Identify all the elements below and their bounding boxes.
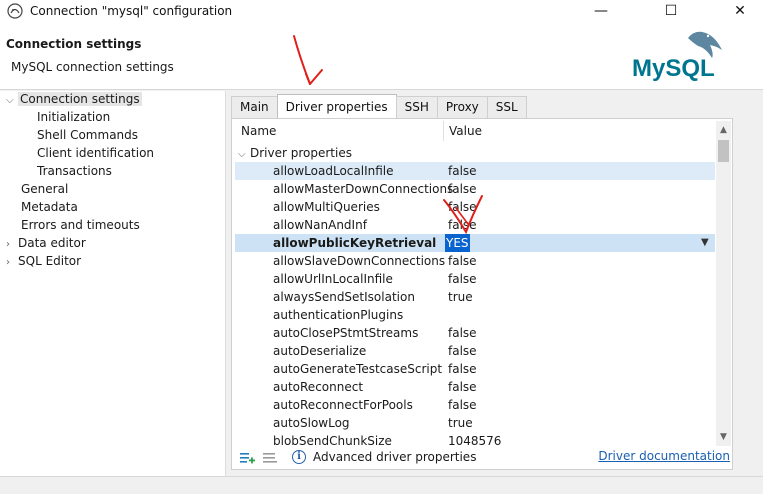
tree-item-general[interactable]: General (21, 181, 68, 198)
property-name: authenticationPlugins (273, 308, 404, 322)
mysql-logo: MySQL (632, 31, 722, 82)
group-row-driver-properties[interactable]: ⌵ Driver properties (238, 144, 352, 162)
status-bar (0, 476, 763, 494)
tab-ssh[interactable]: SSH (395, 96, 438, 118)
property-name: autoGenerateTestcaseScript (273, 362, 443, 376)
maximize-button[interactable]: ☐ (648, 0, 694, 22)
driver-documentation-link[interactable]: Driver documentation (598, 449, 730, 463)
vertical-scrollbar[interactable]: ▲ ▼ (716, 121, 731, 446)
tab-main[interactable]: Main (231, 96, 278, 118)
tree-item-errors-timeouts[interactable]: Errors and timeouts (21, 217, 140, 234)
remove-property-icon[interactable] (262, 450, 278, 466)
property-name: autoDeserialize (273, 344, 367, 358)
property-name: autoSlowLog (273, 416, 350, 430)
table-row[interactable]: allowSlaveDownConnections false (235, 252, 715, 270)
property-name: autoClosePStmtStreams (273, 326, 419, 340)
chevron-right-icon[interactable]: › (6, 254, 18, 271)
tab-strip: Main Driver properties SSH Proxy SSL (231, 94, 527, 118)
tab-ssl[interactable]: SSL (486, 96, 527, 118)
table-row[interactable]: autoClosePStmtStreams false (235, 324, 715, 342)
tree-item-transactions[interactable]: Transactions (37, 163, 112, 180)
table-row[interactable]: allowMultiQueries false (235, 198, 715, 216)
property-value[interactable]: false (448, 162, 477, 180)
driver-properties-panel: Name Value ⌵ Driver properties allowLoadL… (231, 118, 733, 470)
tab-driver-properties[interactable]: Driver properties (276, 94, 397, 118)
settings-tree: ⌵ Connection settings Initialization Shel… (0, 91, 226, 476)
scroll-up-icon[interactable]: ▲ (716, 123, 731, 138)
tree-item-metadata[interactable]: Metadata (21, 199, 78, 216)
mysql-logo-text: MySQL (632, 55, 715, 82)
tree-item-connection-settings[interactable]: ⌵ Connection settings (6, 91, 142, 108)
table-row[interactable]: authenticationPlugins (235, 306, 715, 324)
property-name: allowMultiQueries (273, 200, 380, 214)
tab-proxy[interactable]: Proxy (436, 96, 488, 118)
table-row[interactable]: autoSlowLog true (235, 414, 715, 432)
table-row[interactable]: autoDeserialize false (235, 342, 715, 360)
scrollbar-thumb[interactable] (718, 140, 729, 162)
table-row[interactable]: autoGenerateTestcaseScript false (235, 360, 715, 378)
property-value[interactable]: false (448, 360, 477, 378)
tree-item-shell-commands[interactable]: Shell Commands (37, 127, 138, 144)
property-name: autoReconnectForPools (273, 398, 413, 412)
property-value[interactable]: false (448, 324, 477, 342)
chevron-down-icon[interactable]: ⌵ (6, 92, 18, 109)
property-name: allowLoadLocalInfile (273, 164, 394, 178)
column-header-value[interactable]: Value (449, 119, 482, 143)
properties-toolbar: i Advanced driver properties Driver docu… (235, 447, 731, 469)
dbeaver-icon (7, 3, 23, 19)
property-value[interactable]: false (448, 180, 477, 198)
tree-item-data-editor[interactable]: › Data editor (6, 235, 86, 252)
table-row-selected[interactable]: allowPublicKeyRetrieval YES ▼ (235, 234, 715, 252)
info-icon: i (292, 450, 306, 464)
table-row[interactable]: autoReconnectForPools false (235, 396, 715, 414)
column-divider[interactable] (443, 121, 444, 141)
table-row[interactable]: allowNanAndInf false (235, 216, 715, 234)
property-name: allowMasterDownConnections (273, 182, 454, 196)
table-row[interactable]: allowMasterDownConnections false (235, 180, 715, 198)
property-value[interactable]: false (448, 396, 477, 414)
property-name: alwaysSendSetIsolation (273, 290, 415, 304)
chevron-right-icon[interactable]: › (6, 236, 18, 253)
title-bar: Connection "mysql" configuration — ☐ ✕ (0, 0, 763, 22)
property-value[interactable]: true (448, 288, 473, 306)
property-value[interactable]: false (448, 342, 477, 360)
property-name: allowPublicKeyRetrieval (273, 236, 437, 250)
header-title: Connection settings (6, 37, 142, 51)
window-title: Connection "mysql" configuration (30, 4, 233, 18)
close-button[interactable]: ✕ (717, 0, 763, 22)
chevron-down-icon[interactable]: ▼ (701, 234, 709, 252)
table-row[interactable]: allowLoadLocalInfile false (235, 162, 715, 180)
property-value[interactable]: false (448, 378, 477, 396)
tree-item-sql-editor[interactable]: › SQL Editor (6, 253, 81, 270)
property-value[interactable]: false (448, 198, 477, 216)
tree-item-initialization[interactable]: Initialization (37, 109, 110, 126)
column-header-name[interactable]: Name (241, 119, 276, 143)
scroll-down-icon[interactable]: ▼ (716, 430, 731, 445)
property-value[interactable]: false (448, 216, 477, 234)
property-value[interactable]: true (448, 414, 473, 432)
tree-item-client-identification[interactable]: Client identification (37, 145, 154, 162)
table-row[interactable]: allowUrlInLocalInfile false (235, 270, 715, 288)
table-row[interactable]: autoReconnect false (235, 378, 715, 396)
header-subtitle: MySQL connection settings (11, 60, 174, 74)
property-name: autoReconnect (273, 380, 364, 394)
property-name: allowUrlInLocalInfile (273, 272, 393, 286)
property-value[interactable]: false (448, 252, 477, 270)
dialog-header: Connection settings MySQL connection set… (0, 22, 763, 90)
property-name: allowNanAndInf (273, 218, 367, 232)
property-value-editor[interactable]: YES (445, 234, 470, 252)
add-property-icon[interactable] (239, 450, 255, 466)
table-row[interactable]: alwaysSendSetIsolation true (235, 288, 715, 306)
property-name: allowSlaveDownConnections (273, 254, 446, 268)
minimize-button[interactable]: — (578, 0, 624, 22)
advanced-properties-label: Advanced driver properties (313, 450, 477, 464)
property-value[interactable]: false (448, 270, 477, 288)
